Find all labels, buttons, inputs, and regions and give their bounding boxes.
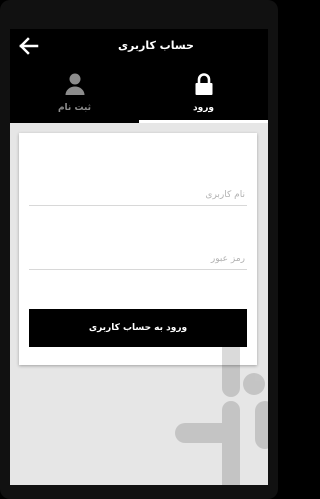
active-tab-indicator: [139, 120, 268, 123]
tab-login-label: ورود: [193, 103, 214, 113]
person-icon: [65, 73, 84, 95]
tab-signup[interactable]: ثبت نام: [10, 63, 139, 123]
lock-icon: [195, 73, 212, 95]
arrow-left-icon: [19, 37, 39, 55]
tab-signup-label: ثبت نام: [57, 103, 92, 113]
app-screen: حساب کاربری ورود ثبت نام ور: [10, 29, 268, 485]
password-field[interactable]: [29, 248, 247, 270]
app-logo-watermark: [175, 339, 268, 485]
username-field[interactable]: [29, 184, 247, 206]
app-bar: حساب کاربری: [10, 29, 268, 63]
page-title: حساب کاربری: [117, 39, 194, 52]
tab-bar: ورود ثبت نام: [10, 63, 268, 123]
tab-login[interactable]: ورود: [139, 63, 268, 123]
login-form-card: ورود به حساب کاربری: [19, 133, 257, 365]
back-button[interactable]: [16, 35, 42, 57]
device-frame: حساب کاربری ورود ثبت نام ور: [0, 0, 278, 499]
